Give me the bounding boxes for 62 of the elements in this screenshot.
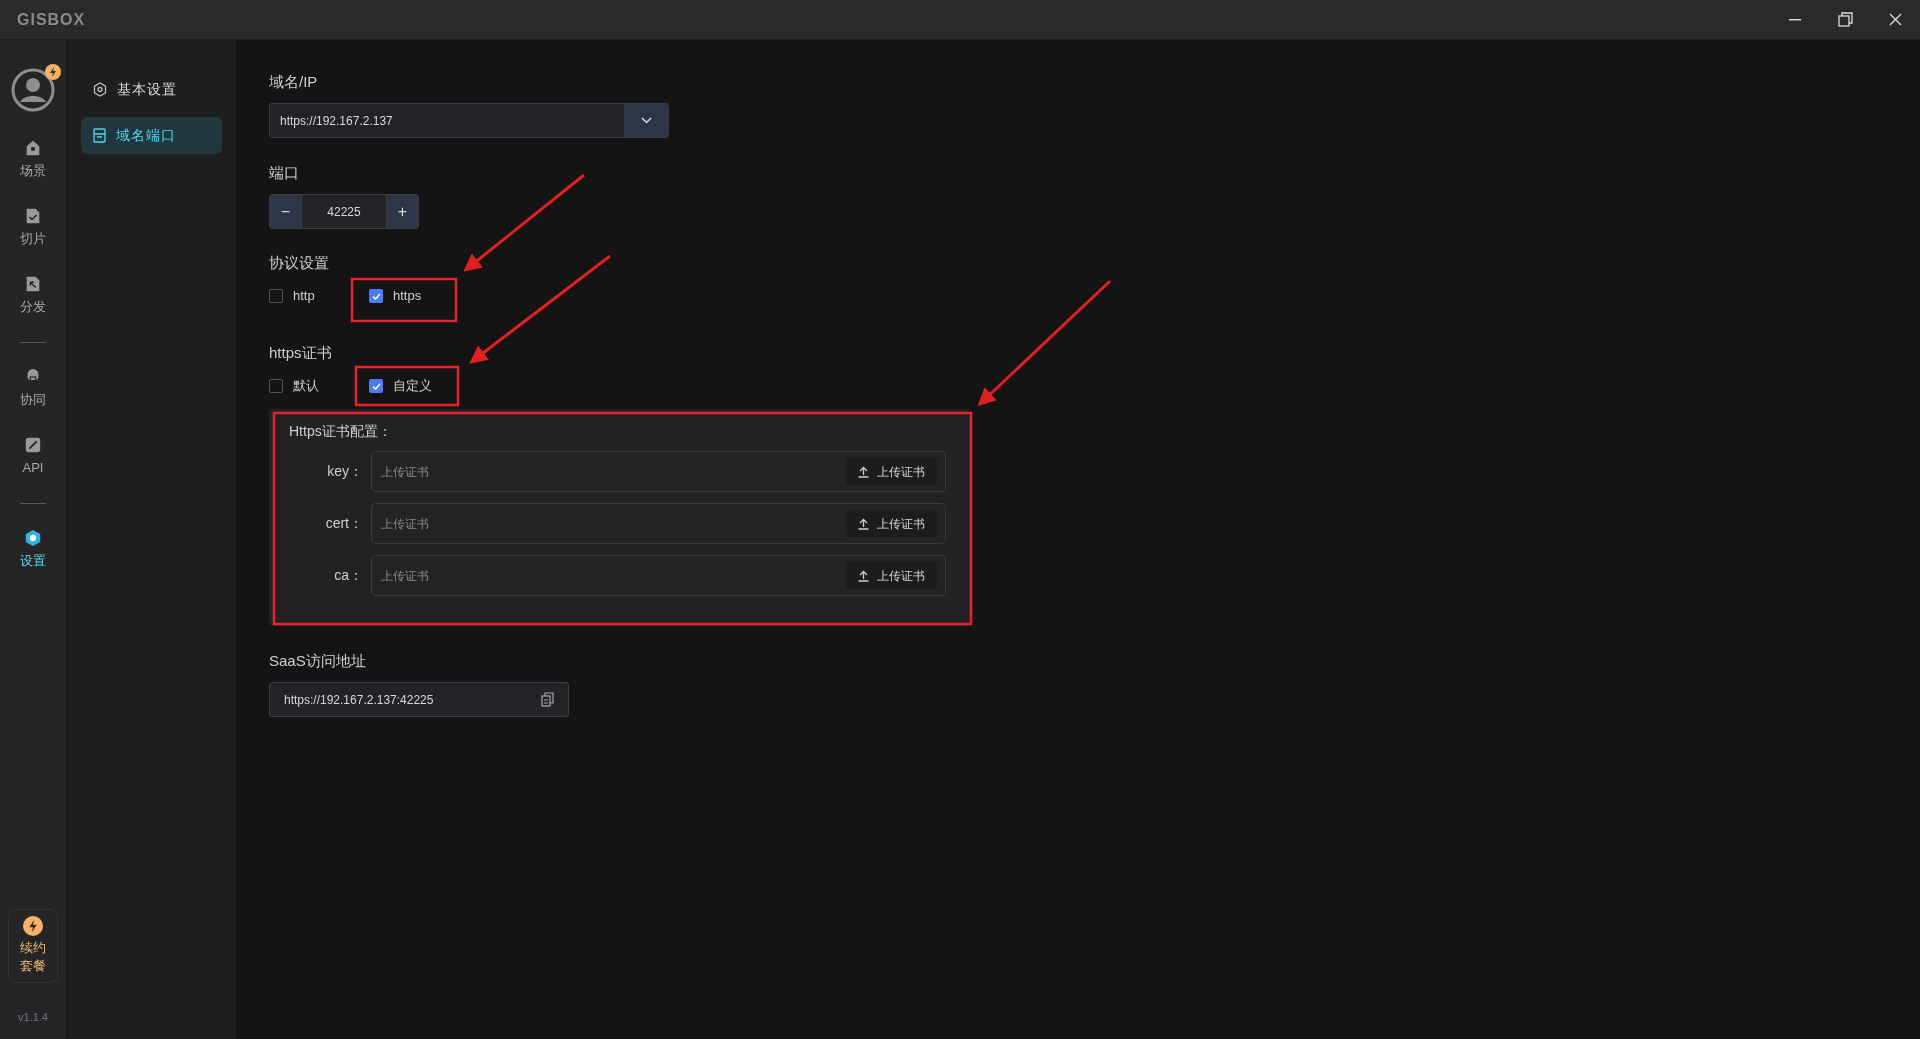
field-label: 端口 [269, 163, 300, 180]
document-icon [93, 128, 106, 143]
url-value: https://192.167.2.137:42225 [284, 691, 435, 709]
chevron-down-icon [640, 117, 652, 124]
restore-icon [1837, 12, 1853, 27]
checkbox-option[interactable]: 自定义 [369, 376, 432, 396]
settings-menu-item[interactable]: 域名端口 [81, 117, 222, 154]
nav-item[interactable]: API [3, 423, 63, 491]
field-label: key： [326, 462, 364, 481]
nav-item[interactable]: 分发 [3, 262, 63, 330]
upload-button[interactable]: 上传证书 [846, 510, 937, 537]
checkbox[interactable] [269, 379, 283, 393]
field-label: ca： [333, 566, 364, 585]
nav-item[interactable]: 切片 [3, 194, 63, 262]
check-icon [371, 382, 381, 390]
domain-select[interactable]: https://192.167.2.137 [269, 103, 669, 138]
checkbox-option[interactable]: http [269, 286, 369, 306]
nav-item[interactable]: 设置 [3, 516, 63, 584]
upload-icon [858, 465, 869, 478]
settings-menu-item[interactable]: 基本设置 [81, 71, 222, 108]
lightning-badge-icon [45, 64, 61, 80]
nav-icon [24, 529, 42, 548]
select-value: https://192.167.2.137 [270, 104, 624, 137]
field-label: cert： [324, 514, 364, 533]
certificate-upload-field[interactable]: 上传证书 上传证书 [371, 555, 946, 596]
field-label: 域名/IP [269, 72, 319, 89]
nav-icon [24, 139, 42, 158]
nav-icon [24, 436, 42, 455]
upload-button[interactable]: 上传证书 [846, 562, 937, 589]
port-value[interactable]: 42225 [302, 195, 386, 228]
checkbox-option[interactable]: 默认 [269, 376, 369, 396]
upload-button[interactable]: 上传证书 [846, 458, 937, 485]
upload-icon [858, 569, 869, 582]
hexagon-icon [93, 82, 107, 97]
checkbox[interactable] [369, 379, 383, 393]
decrement-button[interactable]: − [270, 195, 302, 228]
checkbox[interactable] [369, 289, 383, 303]
nav-icon [24, 275, 42, 294]
checkbox[interactable] [269, 289, 283, 303]
nav-item[interactable]: 协同 [3, 355, 63, 423]
check-icon [371, 292, 381, 300]
field-label: 协议设置 [269, 253, 330, 270]
upload-icon [858, 517, 869, 530]
close-icon [1888, 13, 1902, 26]
minimize-icon [1789, 18, 1801, 21]
certificate-upload-field[interactable]: 上传证书 上传证书 [371, 451, 946, 492]
field-label: https证书 [269, 343, 333, 360]
app-logo: GISBOX [17, 9, 86, 30]
renew-label: 续约套餐 [19, 939, 47, 975]
saas-url-field[interactable]: https://192.167.2.137:42225 [269, 682, 569, 717]
nav-item[interactable]: 场景 [3, 126, 63, 194]
increment-button[interactable]: + [386, 195, 418, 228]
nav-icon [24, 207, 42, 226]
renew-card[interactable]: 续约套餐 [8, 908, 58, 983]
panel-title: Https证书配置： [289, 422, 393, 441]
field-label: SaaS访问地址 [269, 651, 367, 668]
version-label: v1.1.4 [18, 1009, 48, 1025]
lightning-icon [23, 916, 43, 936]
copy-icon[interactable] [541, 692, 554, 707]
certificate-upload-field[interactable]: 上传证书 上传证书 [371, 503, 946, 544]
avatar-icon [11, 68, 55, 112]
checkbox-option[interactable]: https [369, 286, 422, 306]
